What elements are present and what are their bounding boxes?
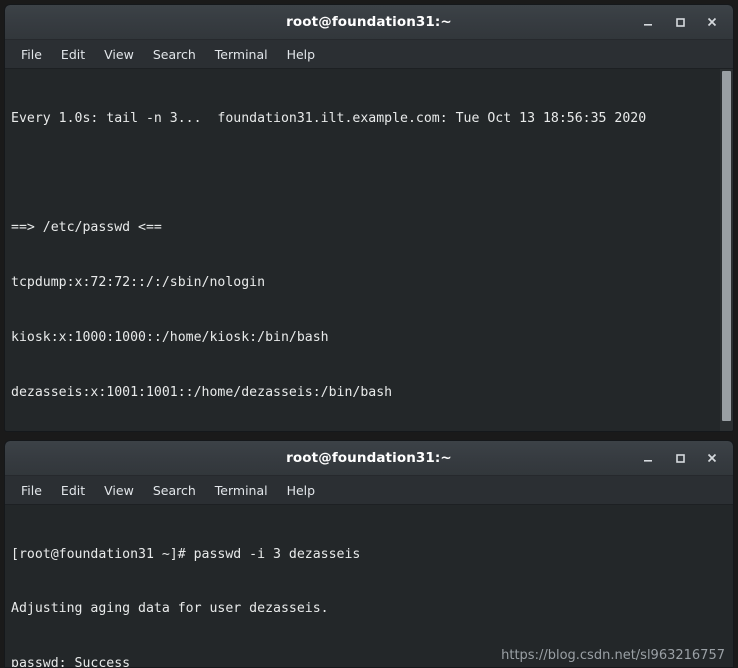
- terminal-line: ==> /etc/passwd <==: [11, 220, 162, 236]
- titlebar-watch[interactable]: root@foundation31:~: [5, 5, 733, 40]
- terminal-window-watch[interactable]: root@foundation31:~ File Edit View Searc…: [4, 4, 734, 432]
- window-controls-watch: [633, 5, 727, 39]
- maximize-icon[interactable]: [665, 443, 695, 473]
- terminal-line: kiosk:x:1000:1000::/home/kiosk:/bin/bash: [11, 330, 329, 346]
- window-controls-shell: [633, 441, 727, 475]
- terminal-output-shell: [root@foundation31 ~]# passwd -i 3 dezas…: [5, 505, 733, 667]
- menu-search[interactable]: Search: [145, 480, 204, 501]
- menubar-watch: File Edit View Search Terminal Help: [5, 40, 733, 69]
- watermark-text: https://blog.csdn.net/sl963216757: [501, 648, 725, 663]
- menu-help[interactable]: Help: [279, 480, 324, 501]
- minimize-icon[interactable]: [633, 7, 663, 37]
- close-icon[interactable]: [697, 7, 727, 37]
- menu-edit[interactable]: Edit: [53, 480, 93, 501]
- titlebar-shell[interactable]: root@foundation31:~: [5, 441, 733, 476]
- terminal-body-shell[interactable]: [root@foundation31 ~]# passwd -i 3 dezas…: [5, 505, 733, 667]
- terminal-line: dezasseis:x:1001:1001::/home/dezasseis:/…: [11, 385, 393, 401]
- menu-edit[interactable]: Edit: [53, 44, 93, 65]
- menu-view[interactable]: View: [96, 44, 142, 65]
- menu-help[interactable]: Help: [279, 44, 324, 65]
- menu-file[interactable]: File: [13, 480, 50, 501]
- menu-terminal[interactable]: Terminal: [207, 480, 276, 501]
- terminal-output-watch: Every 1.0s: tail -n 3... foundation31.il…: [5, 69, 733, 431]
- terminal-line: [root@foundation31 ~]# passwd -i 3 dezas…: [11, 546, 361, 562]
- terminal-scrollbar[interactable]: [720, 69, 733, 431]
- close-icon[interactable]: [697, 443, 727, 473]
- menu-terminal[interactable]: Terminal: [207, 44, 276, 65]
- terminal-line: Every 1.0s: tail -n 3... foundation31.il…: [11, 110, 647, 126]
- window-title-watch: root@foundation31:~: [286, 14, 452, 30]
- minimize-icon[interactable]: [633, 443, 663, 473]
- menubar-shell: File Edit View Search Terminal Help: [5, 476, 733, 505]
- terminal-line: Adjusting aging data for user dezasseis.: [11, 601, 329, 617]
- maximize-icon[interactable]: [665, 7, 695, 37]
- window-title-shell: root@foundation31:~: [286, 450, 452, 466]
- menu-file[interactable]: File: [13, 44, 50, 65]
- terminal-line: tcpdump:x:72:72::/:/sbin/nologin: [11, 275, 266, 291]
- terminal-body-watch[interactable]: Every 1.0s: tail -n 3... foundation31.il…: [5, 69, 733, 431]
- menu-search[interactable]: Search: [145, 44, 204, 65]
- terminal-window-shell[interactable]: root@foundation31:~ File Edit View Searc…: [4, 440, 734, 668]
- menu-view[interactable]: View: [96, 480, 142, 501]
- scrollbar-thumb[interactable]: [722, 71, 731, 422]
